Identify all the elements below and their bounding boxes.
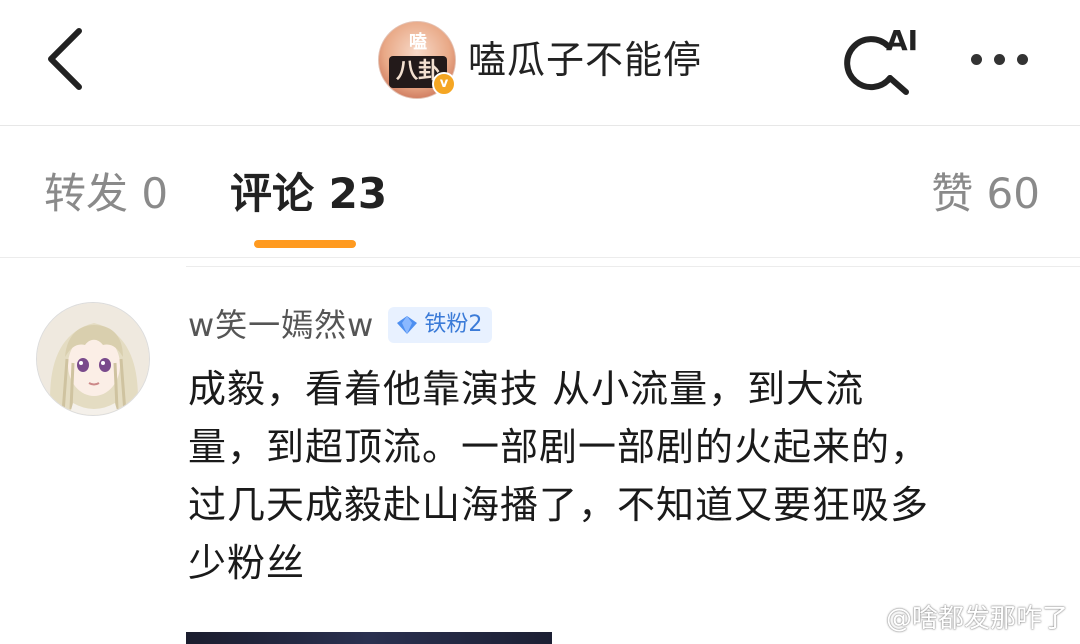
comment-line: 量，到超顶流。一部剧一部剧的火起来的， (188, 425, 930, 469)
comment-body: 成毅，看着他靠演技 从小流量，到大流 量，到超顶流。一部剧一部剧的火起来的， 过… (188, 360, 1048, 592)
commenter-avatar[interactable] (36, 302, 150, 416)
channel-avatar-top-text: 嗑 (409, 32, 427, 53)
interaction-tabs: 转发 0 评论 23 赞 60 (0, 126, 1080, 258)
diamond-icon (397, 316, 418, 334)
divider (186, 266, 1080, 267)
back-chevron-icon (48, 28, 82, 90)
top-nav-bar: 嗑 八卦 嗑瓜子不能停 v AI (0, 0, 1080, 126)
comment-line: 少粉丝 (188, 541, 306, 585)
weibo-logo-icon (839, 603, 876, 631)
tab-comment[interactable]: 评论 23 (230, 168, 387, 220)
verified-badge-icon: v (432, 72, 456, 96)
weibo-watermark: @啥都发那咋了 (838, 594, 1068, 638)
tab-like[interactable]: 赞 60 (931, 168, 1040, 220)
more-icon-dot (1016, 53, 1028, 65)
channel-header[interactable]: 嗑 八卦 嗑瓜子不能停 (378, 21, 702, 99)
anime-girl-avatar-icon (37, 303, 149, 415)
ai-label: AI (886, 24, 918, 57)
tab-repost[interactable]: 转发 0 (44, 168, 168, 220)
ai-search-button[interactable]: AI (838, 22, 922, 96)
active-tab-indicator (254, 240, 356, 248)
comment-line: 过几天成毅赴山海播了，不知道又要狂吸多 (188, 483, 930, 527)
commenter-username[interactable]: w笑一嫣然w (188, 302, 374, 348)
comment-line: 成毅，看着他靠演技 从小流量，到大流 (188, 367, 865, 411)
more-button[interactable] (956, 34, 1042, 84)
comment-image-preview[interactable] (186, 632, 552, 644)
more-icon (970, 53, 982, 65)
watermark-text: @啥都发那咋了 (885, 603, 1068, 634)
ai-search-icon: AI (844, 24, 918, 95)
commenter-info: w笑一嫣然w 铁粉2 (188, 302, 493, 348)
fan-level-label: 铁粉2 (424, 312, 483, 337)
back-button[interactable] (30, 22, 100, 96)
channel-name[interactable]: 嗑瓜子不能停 (468, 22, 702, 98)
weibo-comment-page: 嗑 八卦 嗑瓜子不能停 v AI 转发 0 评论 23 赞 60 w笑一嫣然w … (0, 0, 1080, 644)
more-icon-dot (993, 53, 1005, 65)
fan-level-badge[interactable]: 铁粉2 (388, 307, 493, 343)
